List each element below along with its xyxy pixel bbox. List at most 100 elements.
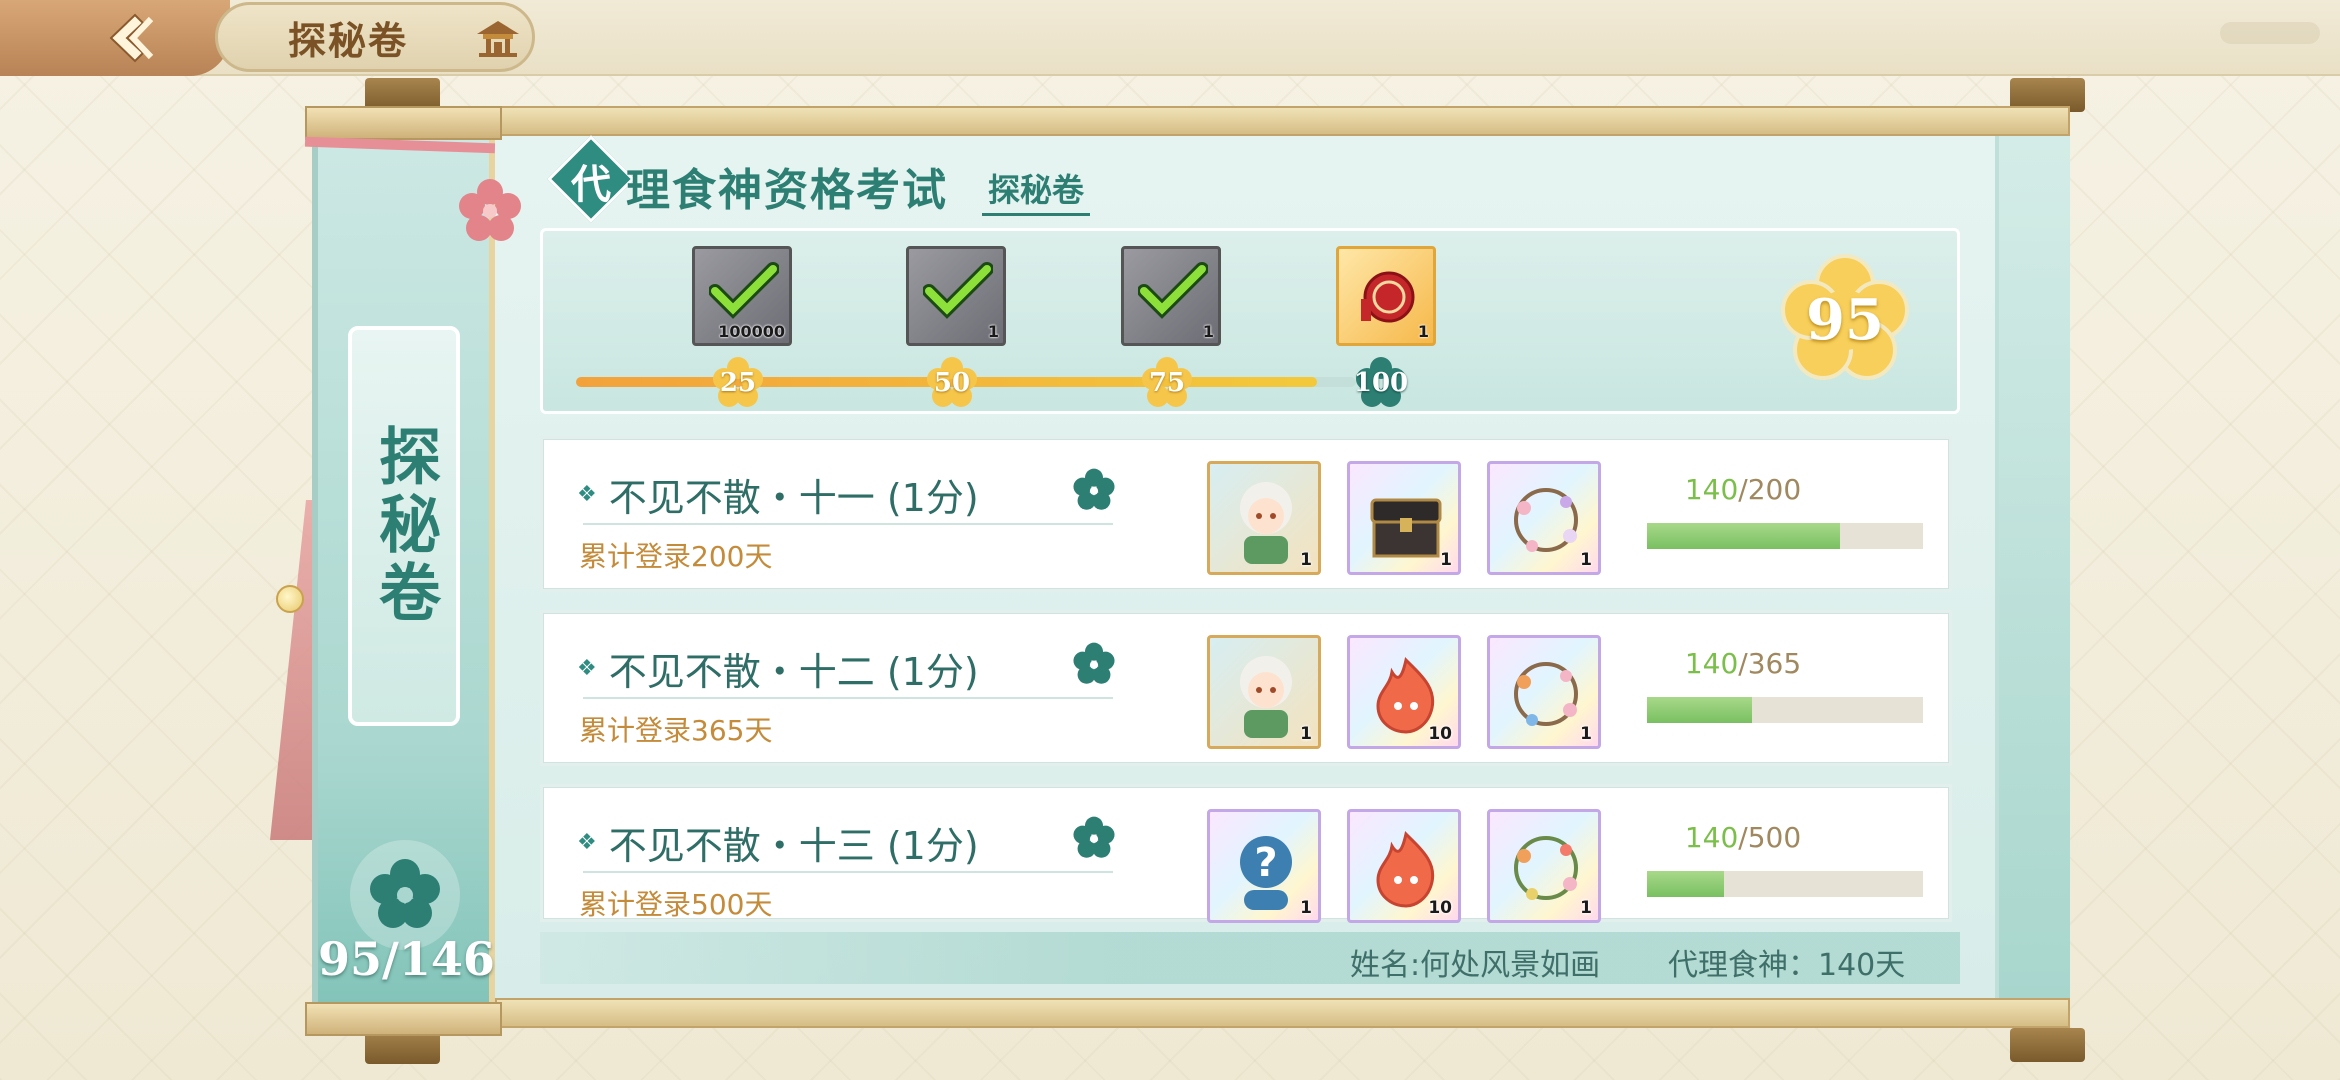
milestone-threshold: 50 (933, 368, 971, 398)
reward-item[interactable]: 10 (1347, 809, 1461, 923)
task-row: ❖ 不见不散・十一 (1分) 累计登录200天 1 1 1 140/200 (540, 436, 1952, 592)
milestone-marker-75: 75 (1139, 355, 1195, 411)
milestone-marker-100: 100 (1353, 355, 1409, 411)
task-info-button[interactable] (1071, 467, 1117, 517)
reward-item[interactable]: 1 (1487, 635, 1601, 749)
task-description: 累计登录500天 (579, 888, 773, 921)
exam-badge-char: 代 (571, 162, 611, 208)
task-description: 累计登录365天 (579, 714, 773, 747)
progress-total: /365 (1738, 647, 1802, 680)
back-arrow-icon (109, 13, 154, 63)
reward-qty: 10 (1428, 898, 1452, 918)
task-name-text: 不见不散・十三 (1分) (608, 824, 979, 868)
milestone-reward-75[interactable]: 1 (1121, 246, 1221, 346)
page-title: 探秘卷 (288, 18, 409, 63)
task-progress-text: 140/500 (1643, 821, 1843, 854)
teal-flower-icon (1073, 816, 1115, 858)
scroll-right-panel (1995, 136, 2070, 998)
reward-item[interactable]: 1 (1487, 461, 1601, 575)
reward-item[interactable]: 1 (1347, 461, 1461, 575)
reward-qty: 1 (1580, 898, 1592, 918)
reward-item[interactable]: 1 (1487, 809, 1601, 923)
flower-wreath-icon (1514, 488, 1578, 552)
reward-item[interactable]: 1 (1207, 461, 1321, 575)
exam-title: 理食神资格考试 (626, 165, 948, 216)
task-progress-bar (1647, 523, 1923, 549)
left-title-plaque: 探秘卷 (348, 326, 460, 726)
milestone-threshold: 75 (1148, 368, 1186, 398)
reward-qty: 1 (1202, 322, 1214, 341)
milestone-threshold: 100 (1353, 368, 1409, 398)
divider (583, 523, 1113, 525)
scroll-rod (2010, 1028, 2085, 1062)
divider (583, 697, 1113, 699)
seal-token-icon (1361, 271, 1415, 323)
current-score-badge: 95 (1770, 250, 1920, 390)
total-progress-counter: 95/146 (318, 932, 495, 986)
progress-total: /500 (1738, 821, 1802, 854)
mystery-question-icon: ? (1240, 836, 1292, 910)
flower-wreath-icon (1514, 662, 1578, 726)
reward-qty: 10 (1428, 724, 1452, 744)
task-name: ❖ 不见不散・十一 (1分) (577, 467, 979, 522)
reward-qty: 1 (1580, 724, 1592, 744)
task-row: ❖ 不见不散・十三 (1分) 累计登录500天 ? 1 10 1 140/500 (540, 784, 1952, 923)
reward-item[interactable]: ? 1 (1207, 809, 1321, 923)
checkmark-icon (709, 262, 779, 319)
teal-flower-icon (1073, 642, 1115, 684)
bead-decoration (276, 585, 304, 613)
scroll-top-edge (495, 106, 2070, 136)
treasure-chest-icon (1370, 498, 1442, 558)
scroll-bottom-edge (495, 998, 2070, 1028)
scroll-left-cap (305, 1002, 502, 1036)
reward-qty: 1 (1300, 898, 1312, 918)
progress-total: /200 (1738, 473, 1802, 506)
agent-days: 代理食神：140天 (1668, 948, 1906, 983)
scroll-left-cap (305, 106, 502, 140)
reward-qty: 1 (1417, 322, 1429, 341)
task-name-text: 不见不散・十一 (1分) (608, 476, 979, 520)
exam-subtitle: 探秘卷 (982, 165, 1091, 216)
task-progress-bar (1647, 697, 1923, 723)
milestone-reward-25[interactable]: 100000 (692, 246, 792, 346)
reward-qty: 1 (1440, 550, 1452, 570)
task-info-button[interactable] (1071, 815, 1117, 865)
checkmark-icon (1138, 262, 1208, 319)
progress-current: 140 (1684, 473, 1739, 506)
diamond-bullet-icon: ❖ (577, 830, 597, 855)
vertical-title: 探秘卷 (368, 424, 441, 628)
task-progress-text: 140/200 (1643, 473, 1843, 506)
task-progress-bar (1647, 871, 1923, 897)
reward-item[interactable]: 1 (1207, 635, 1321, 749)
task-progress-fill (1647, 697, 1752, 723)
reward-qty: 100000 (718, 322, 785, 341)
milestone-reward-100[interactable]: 1 (1336, 246, 1436, 346)
back-button[interactable] (0, 0, 230, 76)
reward-qty: 1 (1580, 550, 1592, 570)
checkmark-icon (923, 262, 993, 319)
reward-qty: 1 (987, 322, 999, 341)
milestone-marker-25: 25 (710, 355, 766, 411)
player-name: 姓名:何处风景如画 (1350, 948, 1601, 983)
task-info-button[interactable] (1071, 641, 1117, 691)
reward-qty: 1 (1300, 724, 1312, 744)
character-portrait-icon (1240, 482, 1292, 564)
progress-current: 140 (1684, 821, 1739, 854)
milestone-marker-50: 50 (924, 355, 980, 411)
current-score: 95 (1806, 287, 1884, 353)
reward-item[interactable]: 10 (1347, 635, 1461, 749)
home-button[interactable] (470, 10, 526, 66)
character-portrait-icon (1240, 656, 1292, 738)
task-progress-text: 140/365 (1643, 647, 1843, 680)
top-right-decoration (2220, 22, 2320, 44)
task-name: ❖ 不见不散・十二 (1分) (577, 641, 979, 696)
task-name: ❖ 不见不散・十三 (1分) (577, 815, 979, 870)
teal-flower-icon (1073, 468, 1115, 510)
svg-text:?: ? (1254, 840, 1277, 886)
diamond-bullet-icon: ❖ (577, 482, 597, 507)
flower-wreath-icon (1514, 836, 1578, 900)
task-progress-fill (1647, 523, 1841, 549)
task-name-text: 不见不散・十二 (1分) (608, 650, 979, 694)
teal-flower-icon (370, 859, 440, 928)
milestone-reward-50[interactable]: 1 (906, 246, 1006, 346)
